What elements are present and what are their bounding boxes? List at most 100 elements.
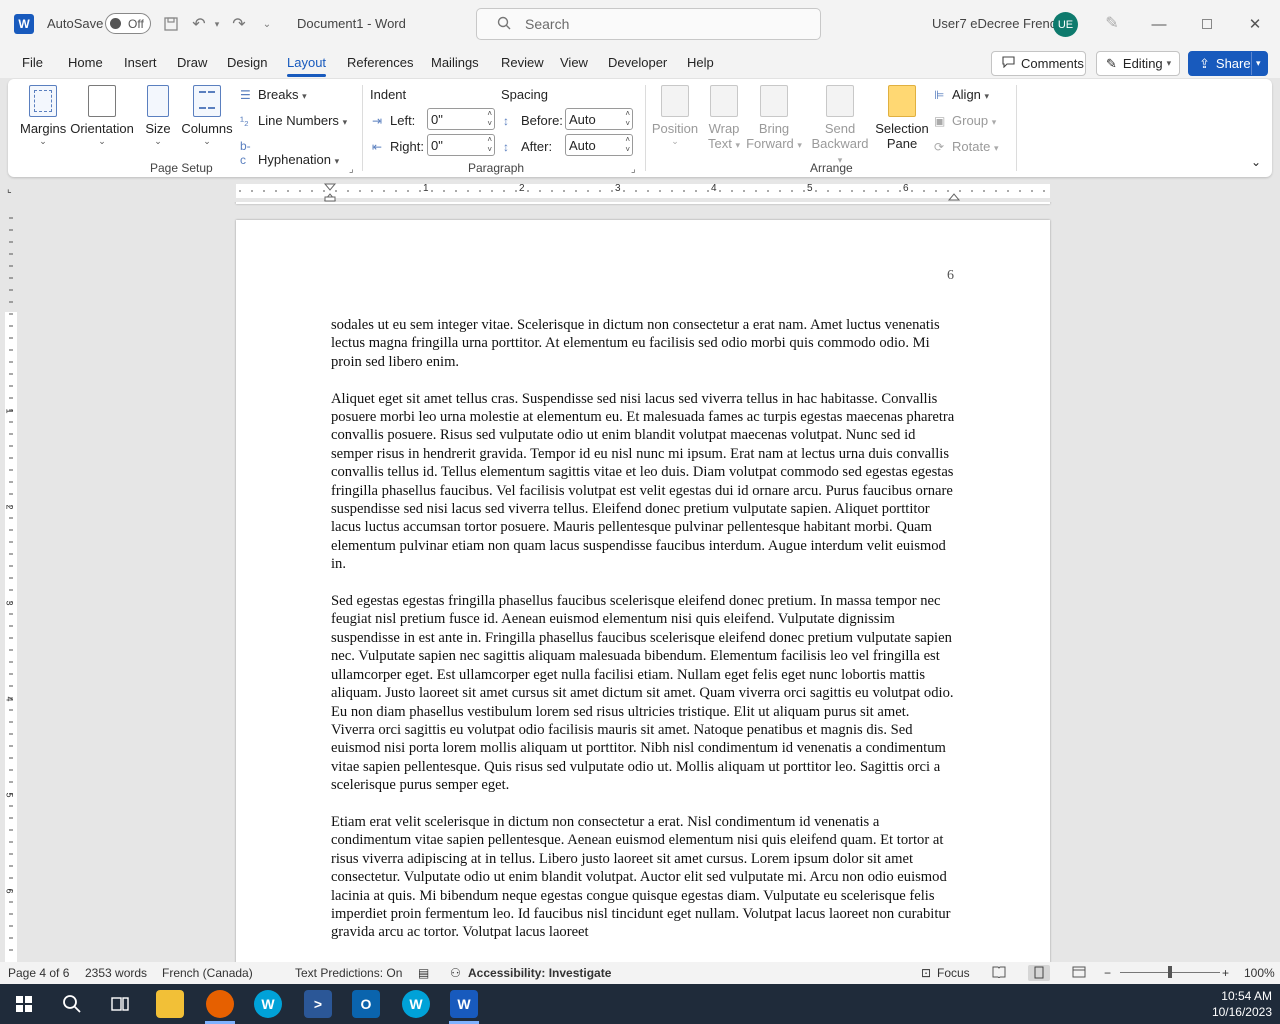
stepper-arrows-icon[interactable]: ˄ ˅ <box>487 109 492 129</box>
close-icon[interactable]: ✕ <box>1240 10 1270 38</box>
horizontal-ruler[interactable]: ⌞ 1 2 3 4 5 6 <box>0 180 1280 202</box>
accessibility-status[interactable]: Accessibility: Investigate <box>468 966 611 980</box>
undo-dropdown-icon[interactable]: ▾ <box>206 13 228 35</box>
powershell-icon[interactable]: > <box>304 990 332 1018</box>
indent-right-input[interactable] <box>431 136 479 154</box>
system-clock[interactable]: 10:54 AM 10/16/2023 <box>1212 988 1272 1020</box>
outlook-icon[interactable]: O <box>352 990 380 1018</box>
macro-recording-icon[interactable]: ▤ <box>418 966 429 980</box>
tab-help[interactable]: Help <box>687 55 714 70</box>
spacing-before-label: ↕ Before: <box>503 113 563 128</box>
page-setup-launcher-icon[interactable]: ⌟ <box>349 164 354 175</box>
search-box[interactable] <box>476 8 821 40</box>
tab-references[interactable]: References <box>347 55 413 70</box>
word-count[interactable]: 2353 words <box>85 966 147 980</box>
document-body[interactable]: sodales ut eu sem integer vitae. Sceleri… <box>331 316 956 960</box>
stepper-arrows-icon[interactable]: ˄ ˅ <box>487 135 492 155</box>
print-layout-icon[interactable] <box>1028 965 1050 981</box>
search-input[interactable] <box>525 16 805 32</box>
search-icon[interactable] <box>58 990 86 1018</box>
breaks-button[interactable]: ☰ Breaks ▾ <box>240 87 307 102</box>
bring-forward-button[interactable]: Bring Forward ▾ <box>746 85 802 151</box>
tab-view[interactable]: View <box>560 55 588 70</box>
tab-file[interactable]: File <box>22 55 43 70</box>
maximize-icon[interactable] <box>1192 10 1222 38</box>
language-indicator[interactable]: French (Canada) <box>162 966 253 980</box>
focus-button[interactable]: Focus <box>937 966 970 980</box>
orientation-button[interactable]: Orientation ⌄ <box>70 85 134 147</box>
margins-button[interactable]: Margins ⌄ <box>20 85 66 147</box>
group-button[interactable]: ▣ Group ▾ <box>934 113 996 128</box>
autosave-toggle[interactable]: Off <box>105 13 151 34</box>
tab-draw[interactable]: Draw <box>177 55 207 70</box>
wrap-text-button[interactable]: Wrap Text ▾ <box>702 85 746 151</box>
paragraph[interactable]: sodales ut eu sem integer vitae. Sceleri… <box>331 316 956 371</box>
tab-home[interactable]: Home <box>68 55 103 70</box>
comments-button[interactable]: Comments <box>991 51 1086 76</box>
size-button[interactable]: Size ⌄ <box>140 85 176 147</box>
position-button[interactable]: Position ⌄ <box>650 85 700 147</box>
indent-right-stepper[interactable]: ˄˅ <box>427 134 495 156</box>
file-explorer-icon[interactable] <box>156 990 184 1018</box>
indent-left-input[interactable] <box>431 110 479 128</box>
user-name[interactable]: User7 eDecree French <box>932 16 1064 31</box>
text-predictions[interactable]: Text Predictions: On <box>295 966 402 980</box>
tab-layout[interactable]: Layout <box>287 55 327 77</box>
webex-meetings-icon[interactable]: W <box>402 990 430 1018</box>
hyphenation-button[interactable]: b-c Hyphenation ▾ <box>240 139 339 167</box>
align-button[interactable]: ⊫ Align ▾ <box>934 87 989 102</box>
stepper-arrows-icon[interactable]: ˄ ˅ <box>625 109 630 129</box>
spacing-after-stepper[interactable]: ˄˅ <box>565 134 633 156</box>
comments-label: Comments <box>1021 56 1084 71</box>
zoom-level[interactable]: 100% <box>1244 966 1275 980</box>
tab-design[interactable]: Design <box>227 55 267 70</box>
ribbon: Margins ⌄ Orientation ⌄ Size ⌄ Columns ⌄… <box>8 79 1272 177</box>
selection-pane-button[interactable]: Selection Pane <box>874 85 930 151</box>
word-taskbar-icon[interactable]: W <box>450 990 478 1018</box>
minimize-icon[interactable]: — <box>1144 10 1174 38</box>
save-icon[interactable] <box>160 13 182 35</box>
previous-page[interactable] <box>236 202 1050 204</box>
spacing-before-stepper[interactable]: ˄˅ <box>565 108 633 130</box>
paragraph-launcher-icon[interactable]: ⌟ <box>631 164 636 175</box>
tab-insert[interactable]: Insert <box>124 55 157 70</box>
zoom-in-icon[interactable]: + <box>1222 966 1229 980</box>
page-setup-group-label: Page Setup <box>150 161 213 175</box>
vertical-ruler[interactable]: 1 2 3 4 5 6 <box>0 202 24 962</box>
document-page[interactable]: 6 sodales ut eu sem integer vitae. Scele… <box>236 220 1050 962</box>
windows-start-icon[interactable] <box>10 990 38 1018</box>
paragraph[interactable]: Etiam erat velit scelerisque in dictum n… <box>331 813 956 942</box>
indent-left-stepper[interactable]: ˄˅ <box>427 108 495 130</box>
line-numbers-button[interactable]: ¹₂ Line Numbers ▾ <box>240 113 347 128</box>
webex-icon[interactable]: W <box>254 990 282 1018</box>
tab-mailings[interactable]: Mailings <box>431 55 479 70</box>
page-count[interactable]: Page 4 of 6 <box>8 966 69 980</box>
web-layout-icon[interactable] <box>1072 966 1086 981</box>
collapse-ribbon-icon[interactable]: ⌄ <box>1251 155 1261 169</box>
task-view-icon[interactable] <box>106 990 134 1018</box>
paragraph[interactable]: Sed egestas egestas fringilla phasellus … <box>331 592 956 794</box>
columns-label: Columns <box>181 121 233 136</box>
columns-button[interactable]: Columns ⌄ <box>180 85 234 147</box>
tab-review[interactable]: Review <box>501 55 544 70</box>
zoom-slider-thumb[interactable] <box>1168 966 1172 978</box>
spacing-before-input[interactable] <box>569 110 617 128</box>
document-canvas[interactable]: 6 sodales ut eu sem integer vitae. Scele… <box>24 202 1280 962</box>
firefox-icon[interactable] <box>206 990 234 1018</box>
zoom-slider[interactable] <box>1120 966 1220 978</box>
paragraph[interactable]: Aliquet eget sit amet tellus cras. Suspe… <box>331 390 956 574</box>
redo-icon[interactable]: ↷ <box>228 13 250 35</box>
zoom-out-icon[interactable]: − <box>1104 966 1111 980</box>
share-dropdown-icon[interactable]: ▾ <box>1256 58 1261 69</box>
avatar[interactable]: UE <box>1053 12 1078 37</box>
send-backward-button[interactable]: Send Backward ▾ <box>808 85 872 166</box>
tab-developer[interactable]: Developer <box>608 55 667 70</box>
stepper-arrows-icon[interactable]: ˄ ˅ <box>625 135 630 155</box>
share-button[interactable]: ⇪ Share ▾ <box>1188 51 1268 76</box>
customize-toolbar-icon[interactable]: ⌄ <box>256 13 278 35</box>
rotate-button[interactable]: ⟳ Rotate ▾ <box>934 139 998 154</box>
designer-pen-icon[interactable]: ✎ <box>1101 13 1123 35</box>
spacing-after-input[interactable] <box>569 136 617 154</box>
read-mode-icon[interactable] <box>992 966 1006 981</box>
editing-mode-button[interactable]: ✎ Editing ▾ <box>1096 51 1180 76</box>
